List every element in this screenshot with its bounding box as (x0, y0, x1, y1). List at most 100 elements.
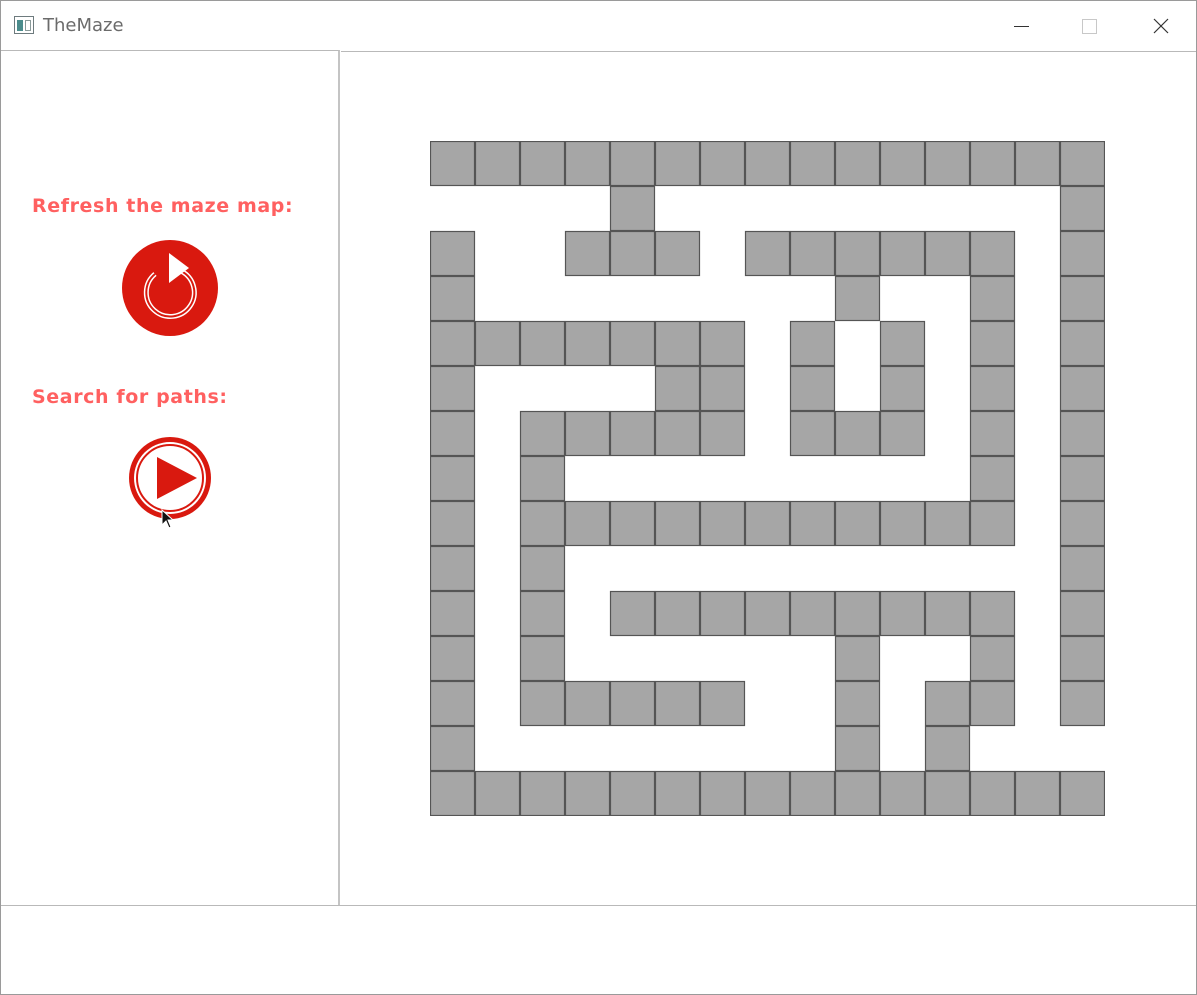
maze-wall-cell (834, 275, 881, 322)
maze-wall-cell (699, 680, 746, 727)
maze-wall-cell (879, 410, 926, 457)
maze-wall-cell (1059, 275, 1105, 322)
maze-wall-cell (789, 410, 836, 457)
maze-wall-cell (969, 500, 1016, 547)
app-window-icon (14, 16, 34, 34)
maze-wall-cell (519, 680, 566, 727)
maze-wall-cell (609, 141, 656, 187)
app-window: TheMaze Refresh the maze map: Search for… (0, 0, 1197, 995)
minimize-icon (1014, 26, 1029, 27)
maze-wall-cell (699, 500, 746, 547)
maze-wall-cell (699, 590, 746, 637)
maze-wall-cell (430, 635, 476, 682)
maze-wall-cell (879, 590, 926, 637)
maze-wall-cell (969, 275, 1016, 322)
maze-wall-cell (654, 590, 701, 637)
maze-wall-cell (924, 680, 971, 727)
maze-wall-cell (879, 230, 926, 277)
maze-wall-cell (969, 770, 1016, 816)
maze-wall-cell (1059, 770, 1105, 816)
maze-wall-cell (1059, 320, 1105, 367)
maze-wall-cell (789, 230, 836, 277)
maze-wall-cell (969, 320, 1016, 367)
maze-wall-cell (699, 770, 746, 816)
maze-wall-cell (969, 410, 1016, 457)
maximize-button[interactable] (1058, 1, 1122, 50)
maze-wall-cell (834, 410, 881, 457)
maze-wall-cell (1059, 230, 1105, 277)
maze-wall-cell (474, 320, 521, 367)
maze-wall-cell (834, 141, 881, 187)
title-bar[interactable]: TheMaze (1, 1, 1196, 50)
maze-wall-cell (699, 410, 746, 457)
refresh-button[interactable] (121, 239, 219, 337)
maze-wall-cell (744, 770, 791, 816)
maze-wall-cell (519, 545, 566, 592)
maze-wall-cell (654, 680, 701, 727)
maze-wall-cell (519, 635, 566, 682)
maze-wall-cell (1014, 141, 1061, 187)
search-label: Search for paths: (32, 386, 228, 408)
maze-wall-cell (564, 770, 611, 816)
close-button[interactable] (1128, 1, 1192, 50)
maximize-icon (1082, 19, 1097, 34)
maze-wall-cell (744, 590, 791, 637)
maze-wall-cell (430, 590, 476, 637)
maze-wall-cell (924, 500, 971, 547)
maze-wall-cell (744, 141, 791, 187)
maze-wall-cell (834, 725, 881, 772)
maze-wall-cell (1059, 185, 1105, 232)
maze-wall-cell (609, 410, 656, 457)
maze-wall-cell (969, 230, 1016, 277)
maze-wall-cell (879, 141, 926, 187)
maze-wall-cell (430, 680, 476, 727)
maze-wall-cell (519, 320, 566, 367)
maze-wall-cell (564, 410, 611, 457)
maze-wall-cell (924, 725, 971, 772)
maze-wall-cell (564, 230, 611, 277)
window-title: TheMaze (43, 15, 124, 36)
maze-wall-cell (609, 770, 656, 816)
maze-wall-cell (1059, 545, 1105, 592)
maze-wall-cell (699, 141, 746, 187)
maze-wall-cell (879, 500, 926, 547)
status-area (1, 905, 1196, 994)
close-icon (1153, 18, 1169, 34)
refresh-label: Refresh the maze map: (32, 195, 294, 217)
maze-wall-cell (430, 410, 476, 457)
maze-wall-cell (430, 275, 476, 322)
maze-wall-cell (430, 365, 476, 412)
maze-wall-cell (519, 590, 566, 637)
maze-wall-cell (834, 635, 881, 682)
control-sidebar: Refresh the maze map: Search for paths: (1, 50, 340, 905)
maze-wall-cell (609, 230, 656, 277)
search-paths-button[interactable] (127, 435, 213, 521)
maze-wall-cell (474, 141, 521, 187)
maze-wall-cell (609, 185, 656, 232)
maze-wall-cell (430, 770, 476, 816)
maze-wall-cell (609, 680, 656, 727)
maze-wall-cell (789, 590, 836, 637)
maze-wall-cell (519, 410, 566, 457)
maze-canvas[interactable] (341, 51, 1196, 905)
maze-wall-cell (430, 141, 476, 187)
maze-wall-cell (430, 500, 476, 547)
maze-wall-cell (834, 230, 881, 277)
maze-wall-cell (430, 455, 476, 502)
maze-wall-cell (430, 545, 476, 592)
maze-wall-cell (654, 230, 701, 277)
play-icon (129, 437, 211, 519)
maze-wall-cell (969, 635, 1016, 682)
maze-wall-cell (879, 365, 926, 412)
maze-wall-cell (789, 500, 836, 547)
minimize-button[interactable] (989, 1, 1053, 50)
maze-wall-cell (1059, 590, 1105, 637)
maze-wall-cell (834, 590, 881, 637)
maze-wall-cell (969, 680, 1016, 727)
refresh-icon (122, 240, 218, 336)
maze-wall-cell (564, 500, 611, 547)
maze-wall-cell (519, 500, 566, 547)
maze-wall-cell (969, 455, 1016, 502)
maze-wall-cell (834, 680, 881, 727)
maze-wall-cell (519, 141, 566, 187)
